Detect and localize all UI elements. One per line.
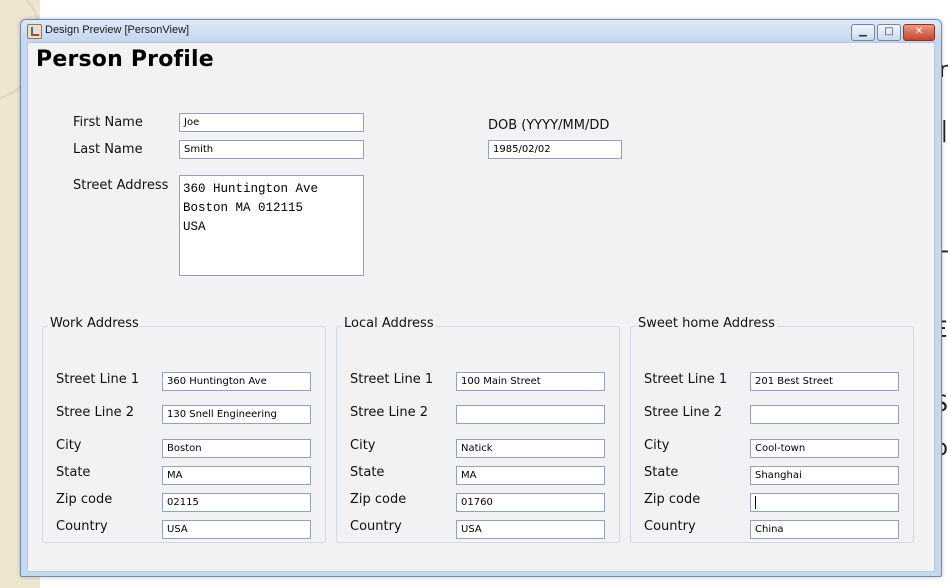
state-label: State	[644, 465, 679, 480]
java-app-icon	[27, 24, 42, 39]
street-line-1-label: Street Line 1	[644, 372, 728, 387]
work-city-field[interactable]: Boston	[162, 439, 311, 458]
local-street-line-1-field[interactable]: 100 Main Street	[456, 372, 605, 391]
country-label: Country	[56, 519, 108, 534]
state-label: State	[56, 465, 91, 480]
window-title: Design Preview [PersonView]	[45, 24, 190, 36]
street-line-2-label: Stree Line 2	[644, 405, 723, 420]
work-country-field[interactable]: USA	[162, 520, 311, 539]
home-street-line-1-field[interactable]: 201 Best Street	[750, 372, 899, 391]
country-label: Country	[644, 519, 696, 534]
window-controls: ▁ □ ✕	[851, 24, 935, 41]
dob-label: DOB (YYYY/MM/DD	[488, 118, 610, 133]
home-state-field[interactable]: Shanghai	[750, 466, 899, 485]
city-label: City	[56, 438, 82, 453]
zip-code-label: Zip code	[350, 492, 407, 507]
state-label: State	[350, 465, 385, 480]
zip-code-label: Zip code	[644, 492, 701, 507]
local-state-field[interactable]: MA	[456, 466, 605, 485]
local-address-title: Local Address	[342, 316, 436, 331]
minimize-icon: ▁	[859, 26, 867, 37]
local-city-field[interactable]: Natick	[456, 439, 605, 458]
maximize-button[interactable]: □	[877, 24, 901, 41]
city-label: City	[644, 438, 670, 453]
work-address-title: Work Address	[48, 316, 141, 331]
street-line-2-label: Stree Line 2	[350, 405, 429, 420]
person-view-window: Design Preview [PersonView] ▁ □ ✕ Person…	[20, 19, 942, 577]
close-icon: ✕	[914, 26, 924, 37]
street-address-textarea[interactable]: 360 Huntington Ave Boston MA 012115 USA	[179, 175, 364, 276]
country-label: Country	[350, 519, 402, 534]
work-state-field[interactable]: MA	[162, 466, 311, 485]
home-city-field[interactable]: Cool-town	[750, 439, 899, 458]
work-address-group: Work Address Street Line 1 360 Huntingto…	[42, 316, 326, 543]
street-line-2-label: Stree Line 2	[56, 405, 135, 420]
last-name-field[interactable]: Smith	[179, 140, 364, 159]
street-address-label: Street Address	[73, 178, 169, 193]
local-street-line-2-field[interactable]	[456, 405, 605, 424]
first-name-field[interactable]: Joe	[179, 113, 364, 132]
last-name-label: Last Name	[73, 142, 143, 157]
text-cursor	[755, 496, 756, 509]
home-zip-code-field[interactable]	[750, 493, 899, 512]
first-name-label: First Name	[73, 115, 143, 130]
work-zip-code-field[interactable]: 02115	[162, 493, 311, 512]
form-panel: Person Profile First Name Joe Last Name …	[27, 42, 935, 572]
local-address-group: Local Address Street Line 1 100 Main Str…	[336, 316, 620, 543]
maximize-icon: □	[884, 26, 894, 37]
title-bar[interactable]: Design Preview [PersonView] ▁ □ ✕	[21, 20, 941, 42]
close-button[interactable]: ✕	[903, 24, 935, 41]
home-address-group: Sweet home Address Street Line 1 201 Bes…	[630, 316, 914, 543]
work-street-line-1-field[interactable]: 360 Huntington Ave	[162, 372, 311, 391]
city-label: City	[350, 438, 376, 453]
minimize-button[interactable]: ▁	[851, 24, 875, 41]
page-title: Person Profile	[36, 47, 214, 72]
zip-code-label: Zip code	[56, 492, 113, 507]
street-line-1-label: Street Line 1	[56, 372, 140, 387]
dob-field[interactable]: 1985/02/02	[488, 140, 622, 159]
home-street-line-2-field[interactable]	[750, 405, 899, 424]
local-zip-code-field[interactable]: 01760	[456, 493, 605, 512]
home-address-title: Sweet home Address	[636, 316, 777, 331]
work-street-line-2-field[interactable]: 130 Snell Engineering	[162, 405, 311, 424]
home-country-field[interactable]: China	[750, 520, 899, 539]
street-line-1-label: Street Line 1	[350, 372, 434, 387]
local-country-field[interactable]: USA	[456, 520, 605, 539]
